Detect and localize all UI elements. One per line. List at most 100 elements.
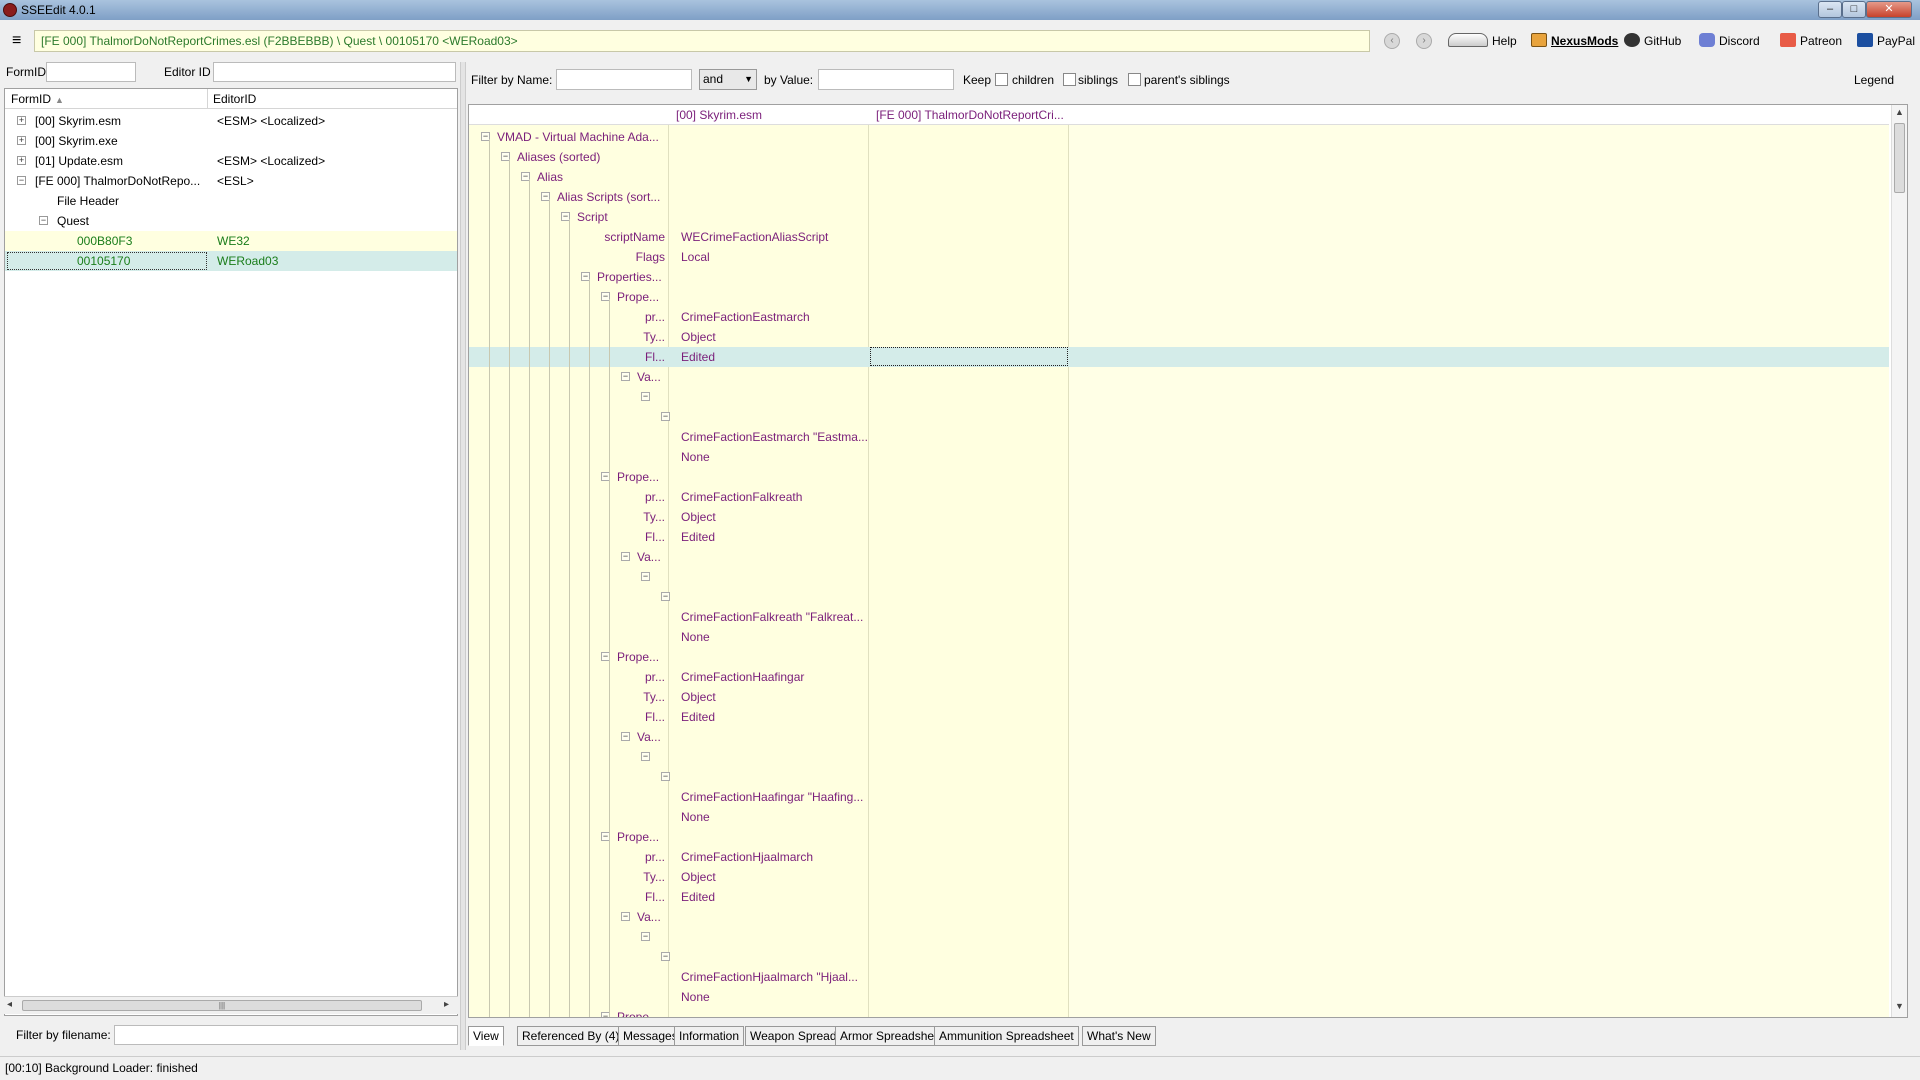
- record-field-row[interactable]: None: [469, 987, 1889, 1007]
- record-field-row[interactable]: − Va...: [469, 907, 1889, 927]
- record-field-row[interactable]: CrimeFactionEastmarch "Eastma...: [469, 427, 1889, 447]
- forward-icon[interactable]: ›: [1416, 33, 1432, 49]
- record-field-row[interactable]: − Aliases (sorted): [469, 147, 1889, 167]
- record-field-row[interactable]: pr... CrimeFactionHaafingar: [469, 667, 1889, 687]
- record-field-row[interactable]: Ty... Object: [469, 867, 1889, 887]
- record-path-bar[interactable]: [FE 000] ThalmorDoNotReportCrimes.esl (F…: [34, 30, 1370, 52]
- record-field-row[interactable]: Fl... Edited: [469, 707, 1889, 727]
- back-icon[interactable]: ‹: [1384, 33, 1400, 49]
- record-field-row[interactable]: − Prope...: [469, 287, 1889, 307]
- filter-by-name-input[interactable]: [556, 69, 692, 90]
- record-field-row[interactable]: pr... CrimeFactionHjaalmarch: [469, 847, 1889, 867]
- expand-icon[interactable]: +: [17, 116, 26, 125]
- record-field-row[interactable]: −: [469, 387, 1889, 407]
- record-field-row[interactable]: Ty... Object: [469, 687, 1889, 707]
- keep-parents-siblings-checkbox[interactable]: [1128, 73, 1141, 86]
- paypal-link[interactable]: PayPal: [1857, 32, 1915, 50]
- record-field-row[interactable]: −: [469, 747, 1889, 767]
- tab-ammunition-spreadsheet[interactable]: Ammunition Spreadsheet: [934, 1026, 1079, 1046]
- collapse-icon[interactable]: −: [661, 952, 670, 961]
- collapse-icon[interactable]: −: [661, 412, 670, 421]
- help-link[interactable]: Help: [1448, 32, 1517, 50]
- tree-row[interactable]: + [01] Update.esm <ESM> <Localized>: [5, 151, 457, 171]
- tree-row[interactable]: 00105170 WERoad03: [5, 251, 457, 271]
- keep-siblings-checkbox[interactable]: [1063, 73, 1076, 86]
- scroll-thumb[interactable]: [1894, 123, 1905, 193]
- record-tree[interactable]: FormID ▲ EditorID + [00] Skyrim.esm <ESM> <…: [4, 88, 458, 1016]
- collapse-icon[interactable]: −: [641, 392, 650, 401]
- left-horizontal-scrollbar[interactable]: ◂ ||| ▸: [4, 996, 458, 1014]
- editorid-filter-input[interactable]: [213, 62, 456, 82]
- record-field-row[interactable]: − Properties...: [469, 267, 1889, 287]
- record-field-row[interactable]: − Script: [469, 207, 1889, 227]
- keep-children-checkbox[interactable]: [995, 73, 1008, 86]
- record-field-row[interactable]: − Va...: [469, 727, 1889, 747]
- tab-view[interactable]: View: [468, 1026, 504, 1046]
- record-field-row[interactable]: − Prope...: [469, 647, 1889, 667]
- scroll-down-icon[interactable]: ▼: [1895, 1001, 1904, 1011]
- discord-link[interactable]: Discord: [1699, 32, 1760, 50]
- column-header-fe-plugin[interactable]: [FE 000] ThalmorDoNotReportCri...: [876, 108, 1064, 122]
- collapse-icon[interactable]: −: [661, 592, 670, 601]
- record-view-grid[interactable]: [00] Skyrim.esm [FE 000] ThalmorDoNotRep…: [468, 104, 1908, 1018]
- filter-operator-select[interactable]: and ▼: [699, 69, 757, 90]
- tab-armor-spreadsheet[interactable]: Armor Spreadsheet: [835, 1026, 950, 1046]
- record-field-row[interactable]: pr... CrimeFactionEastmarch: [469, 307, 1889, 327]
- record-field-row[interactable]: scriptName WECrimeFactionAliasScript: [469, 227, 1889, 247]
- record-field-row[interactable]: CrimeFactionHaafingar "Haafing...: [469, 787, 1889, 807]
- tree-row[interactable]: 000B80F3 WE32: [5, 231, 457, 251]
- record-field-row[interactable]: − VMAD - Virtual Machine Ada...: [469, 127, 1889, 147]
- tab-information[interactable]: Information: [674, 1026, 745, 1046]
- filter-by-value-input[interactable]: [818, 69, 954, 90]
- collapse-icon[interactable]: −: [621, 732, 630, 741]
- collapse-icon[interactable]: −: [621, 372, 630, 381]
- tree-row[interactable]: − Quest: [5, 211, 457, 231]
- expand-icon[interactable]: +: [17, 156, 26, 165]
- record-field-row[interactable]: −: [469, 947, 1889, 967]
- scroll-thumb[interactable]: |||: [22, 1000, 422, 1011]
- collapse-icon[interactable]: −: [641, 752, 650, 761]
- tab-messages[interactable]: Messages: [618, 1026, 683, 1046]
- collapse-icon[interactable]: −: [661, 772, 670, 781]
- record-field-row[interactable]: CrimeFactionHjaalmarch "Hjaal...: [469, 967, 1889, 987]
- record-view-vertical-scrollbar[interactable]: ▲ ▼: [1891, 105, 1907, 1017]
- column-header-editorid[interactable]: EditorID: [213, 92, 256, 106]
- close-button[interactable]: ✕: [1866, 1, 1912, 18]
- record-field-row[interactable]: None: [469, 447, 1889, 467]
- record-field-row[interactable]: CrimeFactionFalkreath "Falkreat...: [469, 607, 1889, 627]
- minimize-button[interactable]: –: [1818, 1, 1842, 18]
- collapse-icon[interactable]: −: [17, 176, 26, 185]
- legend-button[interactable]: Legend: [1854, 73, 1894, 87]
- nexusmods-link[interactable]: NexusMods: [1531, 32, 1618, 50]
- patreon-link[interactable]: Patreon: [1780, 32, 1842, 50]
- tree-row[interactable]: − [FE 000] ThalmorDoNotRepo... <ESL>: [5, 171, 457, 191]
- column-header-skyrim-esm[interactable]: [00] Skyrim.esm: [676, 108, 762, 122]
- selected-cell[interactable]: [870, 347, 1068, 366]
- record-field-row[interactable]: − Prope...: [469, 1007, 1889, 1017]
- record-field-row[interactable]: Fl... Edited: [469, 887, 1889, 907]
- collapse-icon[interactable]: −: [621, 912, 630, 921]
- tab-what-s-new[interactable]: What's New: [1082, 1026, 1156, 1046]
- maximize-button[interactable]: □: [1842, 1, 1866, 18]
- record-field-row[interactable]: Ty... Object: [469, 507, 1889, 527]
- record-field-row[interactable]: Fl... Edited: [469, 347, 1889, 367]
- scroll-left-icon[interactable]: ◂: [7, 999, 12, 1010]
- record-field-row[interactable]: − Va...: [469, 367, 1889, 387]
- record-field-row[interactable]: pr... CrimeFactionFalkreath: [469, 487, 1889, 507]
- record-field-row[interactable]: Flags Local: [469, 247, 1889, 267]
- record-field-row[interactable]: Ty... Object: [469, 327, 1889, 347]
- record-field-row[interactable]: − Prope...: [469, 827, 1889, 847]
- filename-filter-input[interactable]: [114, 1025, 458, 1045]
- record-field-row[interactable]: − Alias: [469, 167, 1889, 187]
- record-field-row[interactable]: −: [469, 407, 1889, 427]
- record-field-row[interactable]: −: [469, 587, 1889, 607]
- record-field-row[interactable]: − Va...: [469, 547, 1889, 567]
- record-field-row[interactable]: −: [469, 767, 1889, 787]
- github-link[interactable]: GitHub: [1624, 32, 1681, 50]
- record-field-row[interactable]: −: [469, 927, 1889, 947]
- collapse-icon[interactable]: −: [641, 932, 650, 941]
- tree-row[interactable]: + [00] Skyrim.esm <ESM> <Localized>: [5, 111, 457, 131]
- scroll-right-icon[interactable]: ▸: [444, 999, 449, 1010]
- panel-splitter[interactable]: [460, 62, 466, 1050]
- scroll-up-icon[interactable]: ▲: [1895, 107, 1904, 117]
